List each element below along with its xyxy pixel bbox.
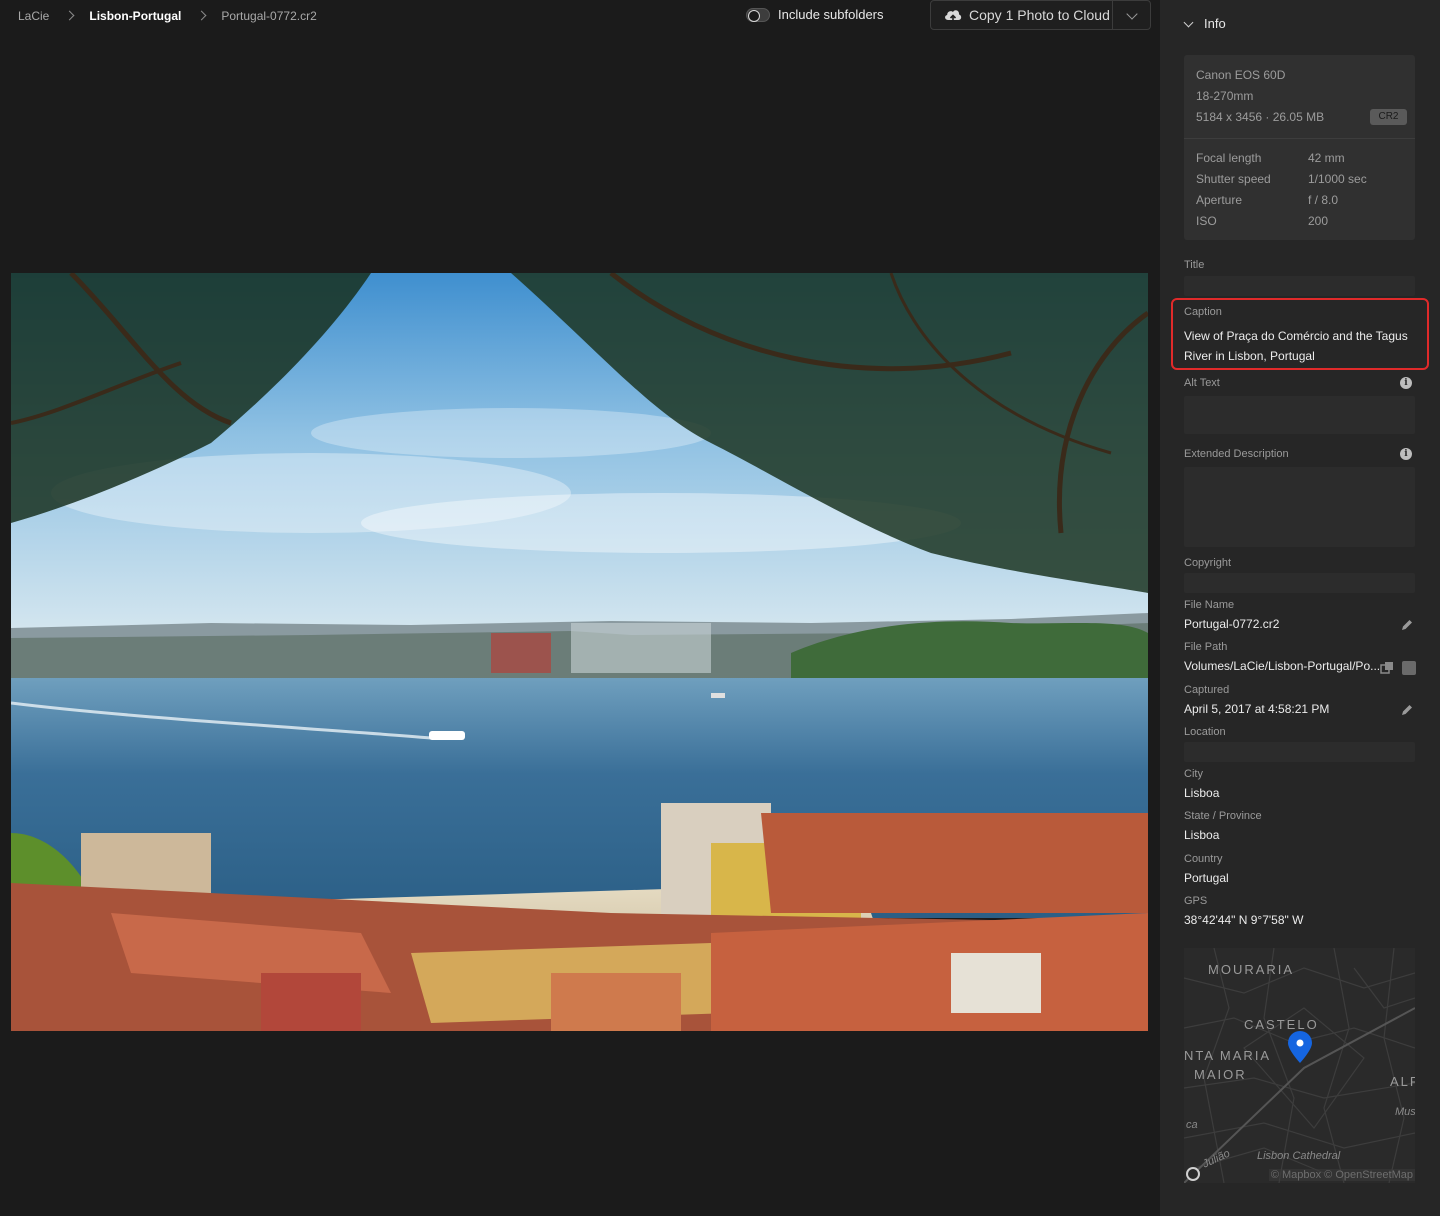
cloud-upload-icon <box>945 10 962 22</box>
copy-to-cloud-button-group: Copy 1 Photo to Cloud <box>930 0 1151 30</box>
captured-label: Captured <box>1184 684 1230 696</box>
photo-preview[interactable] <box>11 273 1148 1031</box>
exif-label: Aperture <box>1196 193 1243 207</box>
map-pin-icon <box>1288 1031 1312 1063</box>
gps-value: 38°42'44" N 9°7'58" W <box>1184 913 1304 927</box>
file-format-badge: CR2 <box>1370 109 1407 125</box>
exif-label: ISO <box>1196 214 1217 228</box>
city-value: Lisboa <box>1184 786 1220 800</box>
captured-value: April 5, 2017 at 4:58:21 PM <box>1184 702 1330 716</box>
exif-label: Shutter speed <box>1196 172 1271 186</box>
exif-label: Focal length <box>1196 151 1262 165</box>
file-path-label: File Path <box>1184 641 1228 653</box>
exif-row: Aperture f / 8.0 <box>1196 193 1406 207</box>
exif-value: 42 mm <box>1308 151 1345 165</box>
include-subfolders-toggle[interactable] <box>746 7 770 22</box>
exif-row: Focal length 42 mm <box>1196 151 1406 165</box>
location-map[interactable]: MOURARIA CASTELO NTA MARIA MAIOR ALF Mus… <box>1184 948 1415 1183</box>
copyright-label: Copyright <box>1184 557 1232 569</box>
info-panel: Info Canon EOS 60D 18-270mm 5184 x 3456 … <box>1160 0 1440 1216</box>
exif-row: ISO 200 <box>1196 214 1406 228</box>
location-field[interactable] <box>1184 742 1415 762</box>
extended-description-label: Extended Description <box>1184 448 1289 460</box>
title-field[interactable] <box>1184 276 1415 296</box>
map-label: ALF <box>1390 1074 1415 1089</box>
pencil-icon[interactable] <box>1400 703 1414 717</box>
location-label: Location <box>1184 726 1226 738</box>
lens-model: 18-270mm <box>1196 89 1254 103</box>
include-subfolders-label: Include subfolders <box>778 7 884 22</box>
map-label: MAIOR <box>1194 1067 1247 1082</box>
state-label: State / Province <box>1184 810 1262 822</box>
country-label: Country <box>1184 853 1223 865</box>
exif-value: f / 8.0 <box>1308 193 1339 207</box>
main-area: LaCie Lisbon-Portugal Portugal-0772.cr2 … <box>0 0 1160 1216</box>
info-header-label: Info <box>1204 16 1226 31</box>
map-streets <box>1184 948 1415 1183</box>
reveal-in-finder-icon[interactable] <box>1402 661 1416 675</box>
exif-row: Shutter speed 1/1000 sec <box>1196 172 1406 186</box>
city-label: City <box>1184 768 1203 780</box>
country-value: Portugal <box>1184 871 1229 885</box>
extended-description-field[interactable] <box>1184 467 1415 547</box>
alt-text-field[interactable] <box>1184 396 1415 434</box>
info-section-header[interactable]: Info <box>1184 16 1226 31</box>
exif-divider <box>1184 138 1415 139</box>
breadcrumb: LaCie Lisbon-Portugal Portugal-0772.cr2 <box>18 8 317 24</box>
caption-highlight-box <box>1171 298 1429 370</box>
copyright-field[interactable] <box>1184 573 1415 593</box>
breadcrumb-file: Portugal-0772.cr2 <box>221 9 317 23</box>
mapbox-logo-icon <box>1186 1167 1200 1181</box>
copy-icon[interactable] <box>1380 661 1394 674</box>
map-label: Lisbon Cathedral <box>1257 1150 1341 1162</box>
map-label: MOURARIA <box>1208 962 1295 977</box>
file-name-label: File Name <box>1184 599 1235 611</box>
file-path-value: Volumes/LaCie/Lisbon-Portugal/Po... <box>1184 659 1381 673</box>
include-subfolders-control[interactable]: Include subfolders <box>746 7 884 22</box>
info-icon[interactable]: i <box>1400 377 1412 389</box>
title-label: Title <box>1184 259 1205 271</box>
state-value: Lisboa <box>1184 828 1220 842</box>
image-dimensions: 5184 x 3456 · 26.05 MB <box>1196 110 1325 124</box>
map-label: ca <box>1186 1119 1198 1131</box>
photo-image <box>11 273 1148 1031</box>
exif-card: Canon EOS 60D 18-270mm 5184 x 3456 · 26.… <box>1184 55 1415 240</box>
camera-model: Canon EOS 60D <box>1196 68 1286 82</box>
gps-label: GPS <box>1184 895 1208 907</box>
chevron-down-icon[interactable] <box>1112 1 1150 29</box>
exif-value: 200 <box>1308 214 1329 228</box>
breadcrumb-folder[interactable]: Lisbon-Portugal <box>89 9 181 23</box>
chevron-down-icon <box>1184 19 1194 29</box>
alt-text-label: Alt Text <box>1184 377 1220 389</box>
copy-to-cloud-button[interactable]: Copy 1 Photo to Cloud <box>931 1 1112 29</box>
breadcrumb-root[interactable]: LaCie <box>18 9 49 23</box>
file-name-value: Portugal-0772.cr2 <box>1184 617 1280 631</box>
map-attribution[interactable]: © Mapbox © OpenStreetMap <box>1268 1169 1415 1181</box>
copy-to-cloud-label: Copy 1 Photo to Cloud <box>969 7 1110 23</box>
exif-value: 1/1000 sec <box>1308 172 1367 186</box>
map-label: Mus <box>1395 1106 1415 1118</box>
pencil-icon[interactable] <box>1400 618 1414 632</box>
info-icon[interactable]: i <box>1400 448 1412 460</box>
chevron-right-icon <box>63 9 77 23</box>
chevron-right-icon <box>195 9 209 23</box>
map-label: NTA MARIA <box>1184 1048 1272 1063</box>
